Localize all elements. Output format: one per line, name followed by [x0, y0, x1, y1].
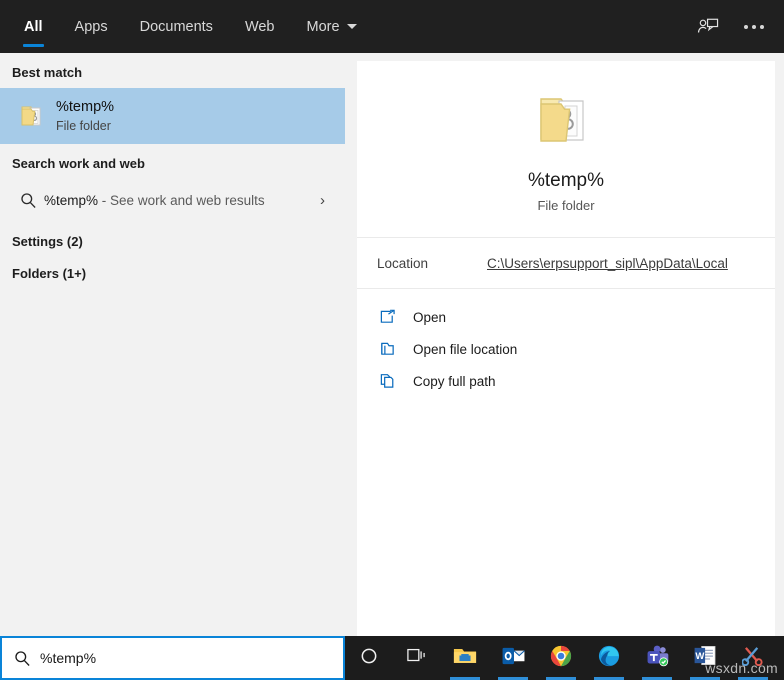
- action-copy-full-path-label: Copy full path: [413, 373, 496, 389]
- results-pane: Best match %temp% File folder Search wor…: [0, 53, 345, 636]
- action-copy-full-path[interactable]: Copy full path: [357, 365, 775, 397]
- preview-header: %temp% File folder: [357, 61, 775, 213]
- taskbar-item-chrome[interactable]: [537, 636, 585, 680]
- task-view-icon: [407, 647, 427, 669]
- tab-apps-label: Apps: [74, 18, 108, 35]
- chevron-right-icon[interactable]: ›: [320, 192, 325, 209]
- location-label: Location: [377, 255, 429, 271]
- folder-icon: [12, 94, 56, 138]
- taskbar-item-snipping-tool[interactable]: [729, 636, 777, 680]
- tab-all-label: All: [24, 18, 43, 35]
- web-result-suffix: - See work and web results: [101, 192, 265, 208]
- preview-card: %temp% File folder Location C:\Users\erp…: [357, 61, 775, 636]
- snipping-tool-icon: [740, 645, 765, 671]
- preview-title: %temp%: [527, 170, 605, 191]
- windows-search-panel: All Apps Documents Web More Best match %…: [0, 0, 784, 680]
- cortana-circle-icon: [360, 647, 378, 670]
- chrome-icon: [550, 645, 572, 672]
- location-row: Location C:\Users\erpsupport_sipl\AppDat…: [357, 238, 775, 288]
- svg-text:W: W: [695, 651, 704, 662]
- action-open[interactable]: Open: [357, 301, 775, 333]
- web-result-query: %temp%: [44, 192, 99, 208]
- taskbar-item-edge[interactable]: [585, 636, 633, 680]
- ellipsis-dots: [744, 24, 764, 29]
- result-best-match-text: %temp% File folder: [56, 98, 114, 135]
- chevron-down-icon: [346, 24, 357, 29]
- tab-web[interactable]: Web: [229, 0, 291, 53]
- action-open-file-location-label: Open file location: [413, 341, 518, 357]
- search-input-value: %temp%: [40, 650, 97, 666]
- result-web-search[interactable]: %temp% - See work and web results ›: [0, 179, 345, 221]
- taskbar: W wsxdn.com: [345, 636, 784, 680]
- tab-documents-label: Documents: [139, 18, 213, 35]
- taskbar-item-outlook[interactable]: [489, 636, 537, 680]
- open-external-icon: [379, 309, 413, 325]
- taskbar-item-teams[interactable]: [633, 636, 681, 680]
- action-open-label: Open: [413, 309, 447, 325]
- search-box-container: %temp%: [0, 636, 345, 680]
- outlook-icon: [502, 646, 525, 671]
- taskbar-item-file-explorer[interactable]: [441, 636, 489, 680]
- taskbar-item-task-view[interactable]: [393, 636, 441, 680]
- ellipsis-icon[interactable]: [734, 7, 774, 47]
- search-input[interactable]: %temp%: [2, 638, 343, 678]
- search-icon: [12, 192, 44, 209]
- web-search-heading: Search work and web: [12, 156, 145, 171]
- result-best-match[interactable]: %temp% File folder: [0, 88, 345, 144]
- tab-bar-actions: [688, 0, 774, 53]
- preview-pane: %temp% File folder Location C:\Users\erp…: [345, 53, 784, 636]
- search-icon: [14, 650, 40, 667]
- search-tab-bar: All Apps Documents Web More: [0, 0, 784, 53]
- best-match-heading: Best match: [12, 65, 83, 80]
- preview-subtitle: File folder: [537, 198, 595, 213]
- action-open-file-location[interactable]: Open file location: [357, 333, 775, 365]
- word-icon: W: [694, 645, 716, 671]
- group-folders[interactable]: Folders (1+): [0, 253, 345, 285]
- taskbar-item-word[interactable]: W: [681, 636, 729, 680]
- tab-apps[interactable]: Apps: [59, 0, 124, 53]
- tab-web-label: Web: [244, 18, 275, 35]
- folder-icon: [529, 83, 603, 157]
- teams-icon: [646, 645, 669, 672]
- result-subtitle: File folder: [56, 118, 111, 133]
- action-list: Open Open file location Copy full path: [357, 289, 775, 397]
- tab-documents[interactable]: Documents: [124, 0, 229, 53]
- group-settings[interactable]: Settings (2): [0, 221, 345, 253]
- tab-more-label: More: [306, 18, 340, 35]
- file-explorer-icon: [453, 645, 477, 671]
- tab-list: All Apps Documents Web More: [0, 0, 373, 53]
- open-folder-location-icon: [379, 341, 413, 357]
- tab-all[interactable]: All: [8, 0, 59, 53]
- web-result-label: %temp% - See work and web results: [44, 193, 265, 208]
- taskbar-item-cortana[interactable]: [345, 636, 393, 680]
- result-title: %temp%: [56, 98, 115, 115]
- tab-more[interactable]: More: [291, 0, 373, 53]
- person-feedback-icon[interactable]: [688, 7, 728, 47]
- copy-icon: [379, 373, 413, 389]
- edge-icon: [598, 645, 620, 672]
- location-value-link[interactable]: C:\Users\erpsupport_sipl\AppData\Local: [487, 256, 728, 271]
